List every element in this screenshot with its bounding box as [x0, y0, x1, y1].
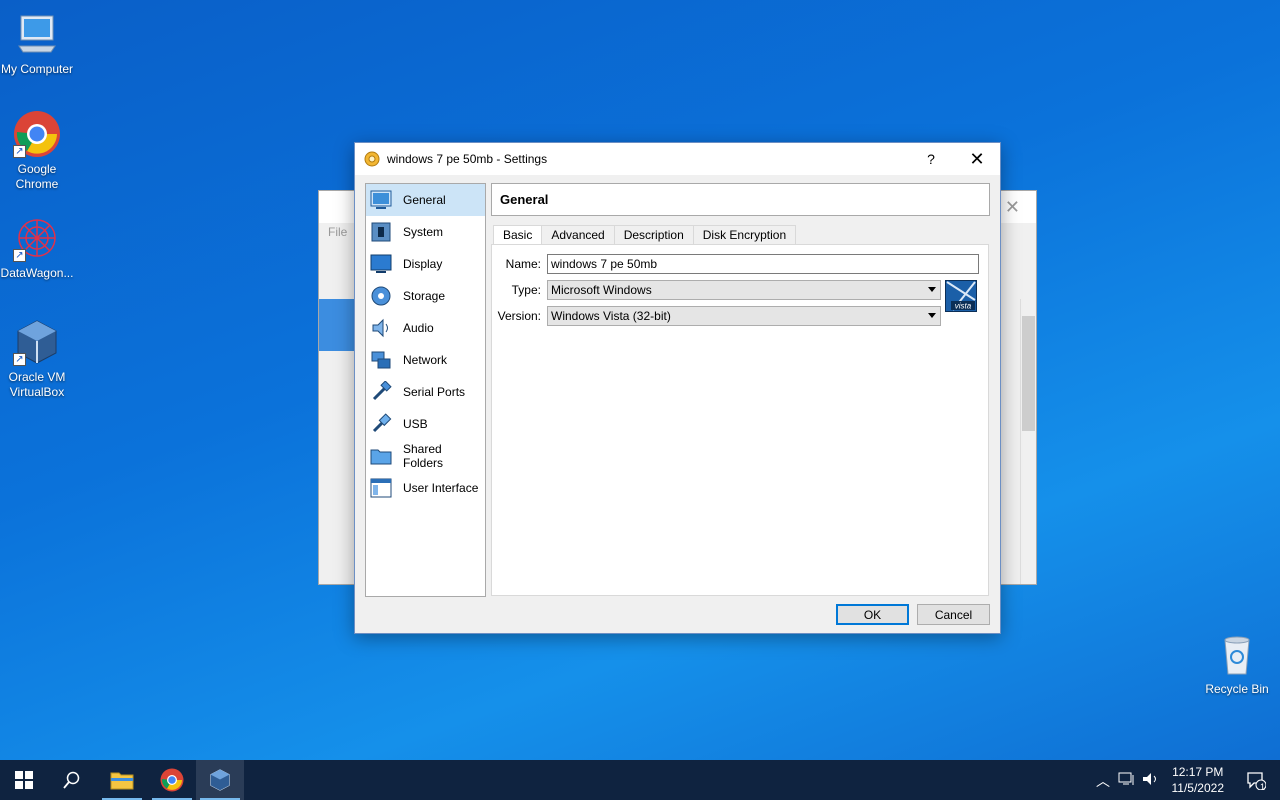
manager-close-icon[interactable]: ✕: [1005, 197, 1020, 218]
tab-disk-encryption[interactable]: Disk Encryption: [692, 225, 797, 245]
settings-gear-icon: [364, 151, 380, 167]
taskbar-file-explorer[interactable]: [98, 760, 146, 800]
sidebar-item-usb[interactable]: USB: [366, 408, 485, 440]
desktop-icon-label: My Computer: [0, 62, 74, 76]
computer-icon: [13, 10, 61, 58]
clock-time: 12:17 PM: [1172, 765, 1224, 779]
datawagon-icon: ↗: [13, 214, 61, 262]
tab-basic[interactable]: Basic: [493, 225, 543, 246]
search-button[interactable]: [48, 760, 96, 800]
settings-dialog: windows 7 pe 50mb - Settings ? ✕ General…: [354, 142, 1001, 634]
chrome-icon: ↗: [13, 110, 61, 158]
desktop-icon-datawagon[interactable]: ↗ DataWagon...: [0, 214, 74, 281]
desktop-icon-label: Google Chrome: [15, 162, 59, 191]
name-row: Name:: [495, 254, 979, 274]
usb-icon: [369, 412, 393, 436]
desktop-icon-google-chrome[interactable]: ↗ Google Chrome: [0, 110, 74, 192]
shortcut-arrow-icon: ↗: [13, 249, 26, 262]
close-button[interactable]: ✕: [954, 143, 1000, 175]
dialog-titlebar: windows 7 pe 50mb - Settings ? ✕: [355, 143, 1000, 175]
taskbar-chrome[interactable]: [148, 760, 196, 800]
sidebar-item-serial-ports[interactable]: Serial Ports: [366, 376, 485, 408]
notification-count: 1: [1260, 782, 1266, 792]
taskbar-virtualbox[interactable]: [196, 760, 244, 800]
sidebar-item-shared-folders[interactable]: Shared Folders: [366, 440, 485, 472]
folder-icon: [110, 772, 134, 790]
help-button[interactable]: ?: [908, 143, 954, 175]
start-button[interactable]: [0, 760, 48, 800]
virtualbox-icon: ↗: [13, 318, 61, 366]
desktop-icon-recycle-bin[interactable]: Recycle Bin: [1200, 630, 1274, 697]
desktop-icon-virtualbox[interactable]: ↗ Oracle VM VirtualBox: [0, 318, 74, 400]
storage-icon: [369, 284, 393, 308]
name-input[interactable]: [547, 254, 979, 274]
dropdown-arrow-icon: [928, 287, 936, 292]
version-select[interactable]: Windows Vista (32-bit): [547, 306, 941, 326]
audio-icon: [369, 316, 393, 340]
system-clock[interactable]: 12:17 PM 11/5/2022: [1172, 764, 1225, 796]
desktop-icon-label: DataWagon...: [0, 266, 74, 280]
sidebar-item-general[interactable]: General: [366, 184, 485, 216]
system-icon: [369, 220, 393, 244]
clock-date: 11/5/2022: [1171, 781, 1225, 795]
shared-folders-icon: [369, 444, 393, 468]
type-select-value: Microsoft Windows: [551, 283, 652, 297]
windows-logo-icon: [15, 771, 33, 789]
sidebar-item-user-interface[interactable]: User Interface: [366, 472, 485, 504]
serial-ports-icon: [369, 380, 393, 404]
os-badge-label: vista: [955, 302, 972, 311]
type-row: Type: Microsoft Windows: [495, 280, 941, 300]
chrome-icon: [160, 768, 184, 792]
desktop-icon-my-computer[interactable]: My Computer: [0, 10, 74, 77]
sidebar-item-storage[interactable]: Storage: [366, 280, 485, 312]
network-icon: [369, 348, 393, 372]
dropdown-arrow-icon: [928, 313, 936, 318]
manager-selected-vm[interactable]: [319, 299, 359, 351]
general-icon: [369, 188, 393, 212]
desktop-icon-label: Oracle VM VirtualBox: [8, 370, 66, 399]
settings-category-list: General System Display Storage Audio Net…: [365, 183, 486, 597]
shortcut-arrow-icon: ↗: [13, 353, 26, 366]
desktop-icon-label: Recycle Bin: [1205, 682, 1269, 696]
sidebar-item-network[interactable]: Network: [366, 344, 485, 376]
manager-menu-file[interactable]: File: [328, 225, 347, 239]
section-title: General: [491, 183, 990, 216]
sidebar-item-audio[interactable]: Audio: [366, 312, 485, 344]
action-center-button[interactable]: 1: [1232, 760, 1280, 800]
ok-button[interactable]: OK: [836, 604, 909, 625]
recycle-bin-icon: [1213, 630, 1261, 678]
virtualbox-icon: [210, 769, 230, 791]
display-icon: [369, 252, 393, 276]
version-label: Version:: [497, 309, 541, 323]
version-select-value: Windows Vista (32-bit): [551, 309, 671, 323]
sidebar-item-display[interactable]: Display: [366, 248, 485, 280]
network-status-icon[interactable]: [1118, 771, 1136, 790]
tab-description[interactable]: Description: [613, 225, 694, 245]
os-type-vista-icon: vista: [945, 280, 977, 312]
cancel-button[interactable]: Cancel: [917, 604, 990, 625]
name-label: Name:: [505, 257, 541, 271]
volume-icon[interactable]: [1142, 771, 1160, 790]
type-label: Type:: [511, 283, 541, 297]
version-row: Version: Windows Vista (32-bit): [495, 306, 941, 326]
dialog-title: windows 7 pe 50mb - Settings: [387, 152, 548, 166]
user-interface-icon: [369, 476, 393, 500]
manager-scrollbar-thumb[interactable]: [1022, 316, 1035, 431]
sidebar-item-system[interactable]: System: [366, 216, 485, 248]
tab-advanced[interactable]: Advanced: [541, 225, 615, 245]
taskbar: ︿ 12:17 PM 11/5/2022 1: [0, 760, 1280, 800]
type-select[interactable]: Microsoft Windows: [547, 280, 941, 300]
settings-tabs: Basic Advanced Description Disk Encrypti…: [493, 225, 797, 246]
search-icon: [63, 771, 80, 789]
shortcut-arrow-icon: ↗: [13, 145, 26, 158]
show-hidden-icons-chevron-icon[interactable]: ︿: [1096, 771, 1110, 791]
